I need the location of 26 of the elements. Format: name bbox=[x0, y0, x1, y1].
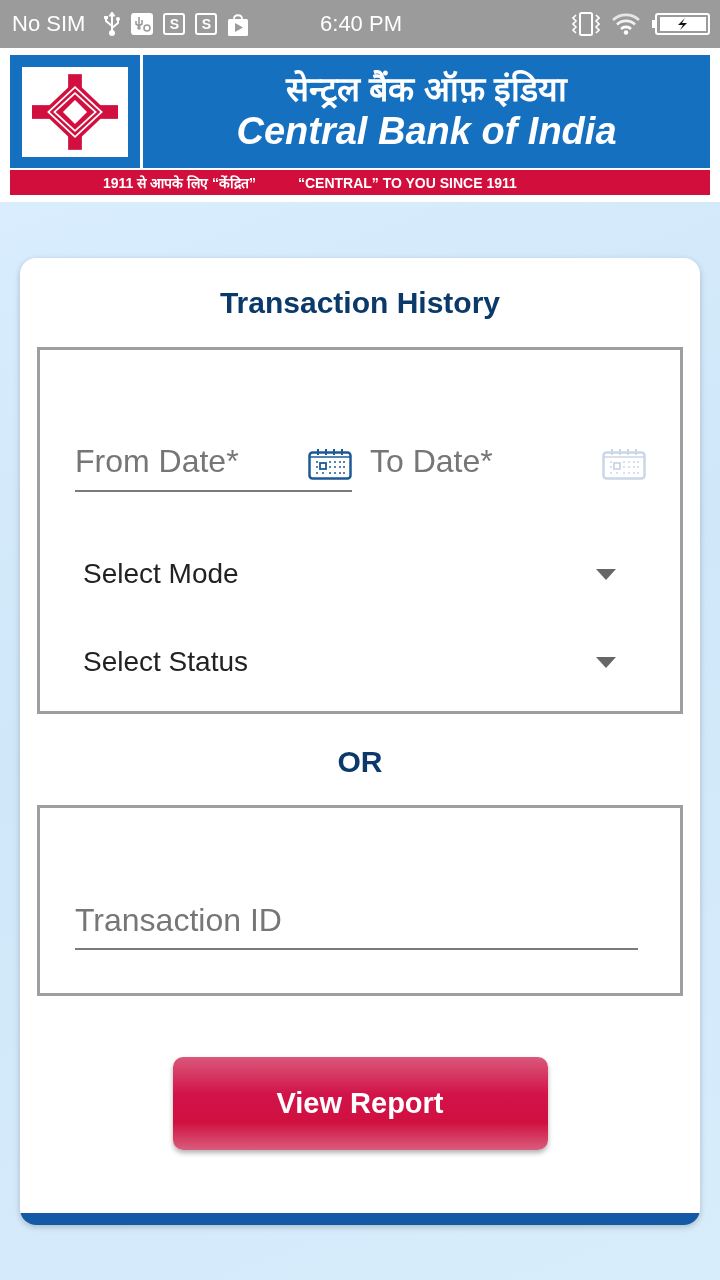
bank-name: Central Bank of India bbox=[236, 111, 617, 153]
usb-gear-icon bbox=[131, 13, 154, 35]
wifi-icon bbox=[612, 13, 640, 35]
caret-icon bbox=[596, 568, 616, 580]
calendar-icon bbox=[308, 448, 352, 480]
calendar-icon bbox=[602, 448, 646, 480]
transaction-id-field[interactable]: Transaction ID bbox=[75, 890, 638, 950]
date-field[interactable]: From Date* bbox=[75, 430, 352, 492]
or-separator: OR bbox=[337, 744, 383, 780]
carrier-label: No SIM bbox=[12, 11, 86, 37]
clock-time: 6:40 PM bbox=[320, 11, 402, 37]
bank-name-hindi: सेन्ट्रल बैंक ऑफ़ इंडिया bbox=[285, 70, 568, 110]
usb-icon bbox=[103, 11, 122, 37]
select-dropdown[interactable]: Select Status bbox=[75, 618, 646, 706]
battery-icon bbox=[652, 13, 710, 35]
app-badge-icon: S bbox=[163, 13, 186, 35]
tagline-text: “CENTRAL” TO YOU SINCE 1911 bbox=[297, 174, 517, 191]
tagline-text: 1911 से आपके लिए “केंद्रित” bbox=[103, 174, 256, 192]
screen-title: Transaction History bbox=[219, 285, 501, 321]
select-dropdown[interactable]: Select Mode bbox=[75, 530, 646, 618]
caret-icon bbox=[596, 656, 616, 668]
app-badge-icon: S bbox=[195, 13, 218, 35]
shopping-bag-icon bbox=[227, 12, 250, 36]
view-report-button[interactable]: View Report bbox=[172, 1057, 548, 1150]
logo-icon bbox=[32, 74, 118, 150]
vibrate-icon bbox=[572, 12, 600, 36]
